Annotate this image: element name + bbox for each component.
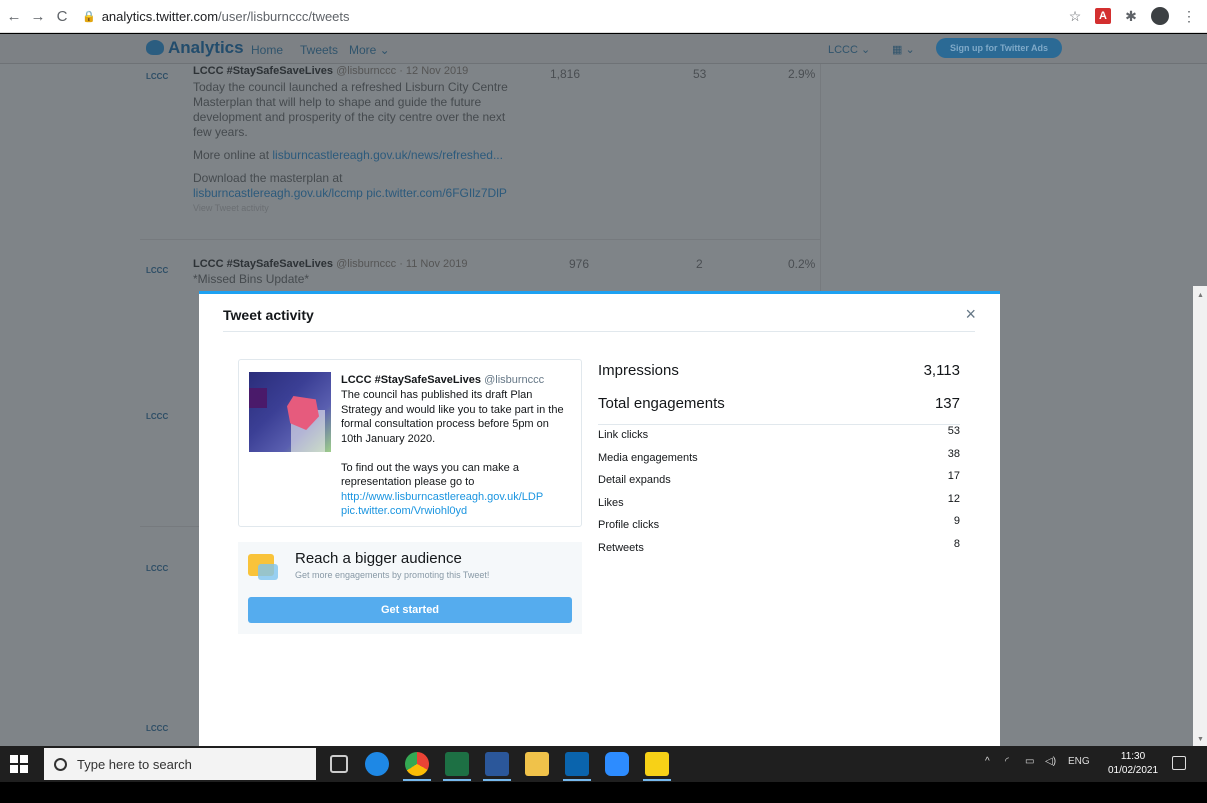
total-engagements-row: Total engagements 137 [598,387,960,420]
promo-title: Reach a bigger audience [295,550,462,567]
scroll-up-icon[interactable]: ▲ [1197,292,1204,299]
clock-date: 01/02/2021 [1108,765,1159,776]
extensions-icon[interactable]: ✱ [1121,6,1141,26]
pdf-extension-icon[interactable]: A [1095,8,1111,24]
tweet-body: *Missed Bins Update* [193,272,310,286]
chat-bubble-icon [258,564,278,580]
clock-time: 11:30 [1120,751,1146,762]
metric-row: Link clicks 53 [598,425,960,441]
url-path: /user/lisburnccc/tweets [218,8,350,24]
tray-chevron-icon[interactable]: ^ [985,756,990,767]
tweet-author: LCCC #StaySafeSaveLives @lisburnccc [341,374,545,386]
engagements-value: 53 [693,67,707,81]
screen-border [0,782,1207,803]
account-dropdown[interactable]: LCCC ⌄ [828,43,870,56]
tweet-image[interactable] [249,372,331,452]
forward-icon[interactable]: → [28,8,48,25]
back-icon[interactable]: ← [4,8,24,25]
impressions-value: 1,816 [550,67,581,81]
pic-link[interactable]: pic.twitter.com/Vrwiohl0yd [341,505,467,517]
avatar: LCCC [146,724,169,733]
tweet-author: LCCC #StaySafeSaveLives @lisburnccc · 12… [193,65,469,77]
modal-title: Tweet activity [223,307,314,323]
twitter-analytics-header: Analytics Home Tweets More ⌄ LCCC ⌄ ▦ ⌄ … [0,34,1207,64]
row-divider [140,239,820,240]
close-icon[interactable]: × [965,304,976,325]
calendar-icon[interactable]: ▦ ⌄ [892,43,915,56]
chrome-icon[interactable] [405,752,429,776]
nav-tweets[interactable]: Tweets [300,43,338,57]
avatar: LCCC [146,564,169,573]
avatar: LCCC [146,266,169,275]
active-indicator [483,779,511,781]
lock-icon: 🔒 [82,10,96,23]
outlook-icon[interactable] [565,752,589,776]
menu-icon[interactable]: ⋮ [1179,6,1199,26]
active-indicator [563,779,591,781]
taskbar-clock[interactable]: 11:30 01/02/2021 [1108,750,1158,778]
file-explorer-icon[interactable] [525,752,549,776]
analytics-brand[interactable]: Analytics [168,38,244,58]
active-indicator [403,779,431,781]
metric-row: Media engagements 38 [598,447,960,464]
metrics-panel: Impressions 3,113 Total engagements 137 … [598,354,960,564]
ldp-link[interactable]: http://www.lisburncastlereagh.gov.uk/LDP [341,491,543,503]
wifi-icon[interactable]: ◜ [1005,756,1009,767]
metric-row: Profile clicks 9 [598,515,960,531]
tweet-author: LCCC #StaySafeSaveLives @lisburnccc · 11… [193,258,468,270]
tweet-activity-modal: Tweet activity × LCCC #StaySafeSaveLives… [199,291,1000,746]
get-started-button[interactable]: Get started [248,597,572,623]
impressions-value: 3,113 [923,362,960,379]
word-icon[interactable] [485,752,509,776]
impressions-row: Impressions 3,113 [598,354,960,387]
impressions-label: Impressions [598,362,679,379]
nav-more[interactable]: More ⌄ [349,43,390,57]
active-indicator [643,779,671,781]
browser-toolbar: ← → C 🔒 analytics.twitter.com/user/lisbu… [0,0,1207,33]
modal-divider [223,331,975,332]
avatar: LCCC [146,412,169,421]
reload-icon[interactable]: C [52,8,72,25]
account-icon[interactable] [1151,7,1169,25]
twitter-bird-icon [146,40,164,55]
search-placeholder: Type here to search [77,756,192,772]
promo-subtitle: Get more engagements by promoting this T… [295,570,490,580]
windows-taskbar: Type here to search ^ ◜ ▭ ◁) ENG 11:30 0… [0,746,1207,782]
address-bar[interactable]: 🔒 analytics.twitter.com/user/lisburnccc/… [82,9,350,24]
metric-row: Detail expands 17 [598,470,960,486]
page-scrollbar[interactable] [1193,286,1207,746]
metric-row: Retweets 8 [598,537,960,554]
scroll-down-icon[interactable]: ▼ [1197,736,1204,743]
zoom-icon[interactable] [605,752,629,776]
tweet-body: Today the council launched a refreshed L… [193,80,508,213]
promote-panel: Reach a bigger audience Get more engagem… [238,542,582,634]
metrics-divider [598,424,960,425]
taskbar-search[interactable]: Type here to search [44,748,316,780]
impressions-value: 976 [569,257,590,271]
volume-icon[interactable]: ◁) [1045,756,1056,767]
edge-icon[interactable] [365,752,389,776]
task-view-icon[interactable] [330,755,348,773]
tweet-text: The council has published its draft Plan… [341,389,564,517]
battery-icon[interactable]: ▭ [1025,756,1034,767]
nav-home[interactable]: Home [251,43,283,57]
active-indicator [443,779,471,781]
total-engagements-value: 137 [934,395,960,412]
tweet-card: LCCC #StaySafeSaveLives @lisburnccc The … [238,359,582,527]
windows-start-icon[interactable] [10,755,28,773]
search-icon [54,757,67,771]
notifications-icon[interactable] [1172,756,1186,770]
avatar: LCCC [146,72,169,81]
metric-row: Likes 12 [598,492,960,509]
engagement-rate-value: 2.9% [788,67,816,81]
total-engagements-label: Total engagements [598,395,725,412]
language-indicator[interactable]: ENG [1068,756,1090,767]
star-icon[interactable]: ☆ [1065,6,1085,26]
url-host: analytics.twitter.com [101,8,219,24]
ads-signup-button[interactable]: Sign up for Twitter Ads [936,38,1062,58]
engagements-value: 2 [696,257,703,271]
excel-icon[interactable] [445,752,469,776]
engagement-rate-value: 0.2% [788,257,816,271]
sticky-notes-icon[interactable] [645,752,669,776]
